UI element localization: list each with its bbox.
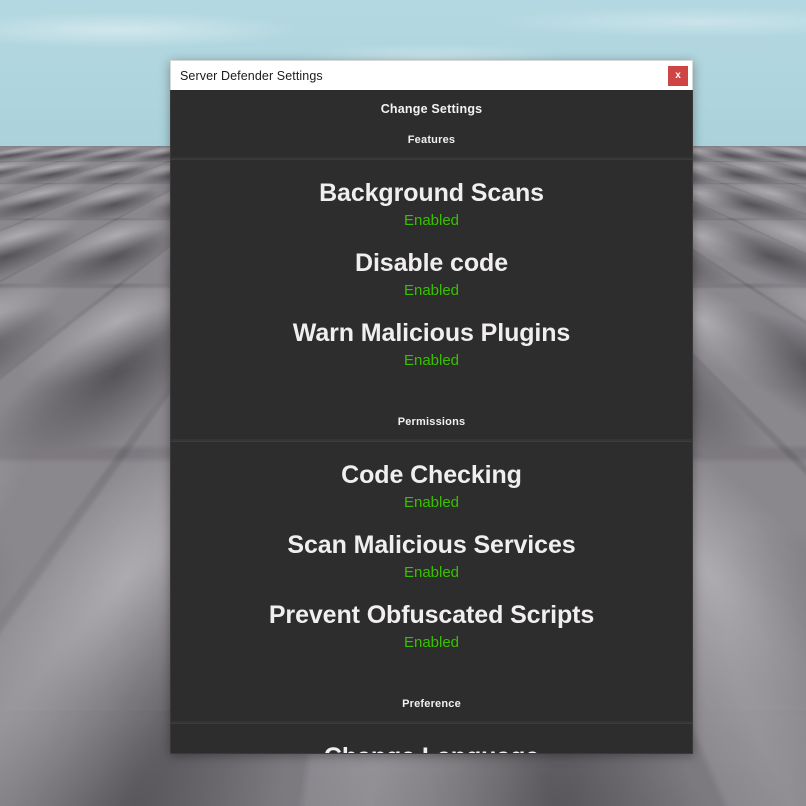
setting-item[interactable]: Background Scans Enabled — [171, 170, 692, 240]
window-title: Server Defender Settings — [180, 68, 323, 83]
setting-item[interactable]: Code Checking Enabled — [171, 452, 692, 522]
close-icon[interactable]: x — [668, 65, 688, 86]
setting-value[interactable]: Enabled — [171, 210, 692, 233]
settings-window: Server Defender Settings x Change Settin… — [170, 60, 693, 754]
setting-item[interactable]: Scan Malicious Services Enabled — [171, 522, 692, 592]
setting-name: Code Checking — [341, 461, 522, 489]
setting-item[interactable]: Disable code Enabled — [171, 240, 692, 310]
setting-name: Prevent Obfuscated Scripts — [268, 601, 595, 629]
setting-name: Warn Malicious Plugins — [292, 319, 571, 347]
panel-heading: Change Settings — [380, 102, 483, 116]
setting-name: Scan Malicious Services — [287, 531, 576, 559]
setting-name: Background Scans — [319, 179, 544, 207]
setting-value[interactable]: Enabled — [171, 492, 692, 515]
setting-value[interactable]: Enabled — [171, 280, 692, 303]
settings-panel-body: Change Settings Features Background Scans… — [170, 90, 693, 754]
section-header: Features — [171, 116, 692, 160]
setting-value[interactable]: Enabled — [171, 350, 692, 373]
setting-item[interactable]: Prevent Obfuscated Scripts Enabled — [171, 592, 692, 662]
section-items: Change LanguageEnglishDisplayColorful — [171, 724, 692, 753]
section-items: Code Checking Enabled Scan Malicious Servi… — [171, 442, 692, 680]
section-header: Permissions — [171, 398, 692, 442]
section-header: Preference — [171, 680, 692, 724]
section-items: Background Scans Enabled Disable code Enabl… — [171, 160, 692, 398]
game-scene: Server Defender Settings x Change Settin… — [0, 0, 806, 806]
setting-value[interactable]: Enabled — [171, 632, 692, 655]
setting-item[interactable]: Change LanguageEnglish — [171, 734, 692, 753]
window-titlebar: Server Defender Settings x — [170, 60, 693, 90]
setting-name: Change Language — [171, 743, 692, 753]
setting-name: Disable code — [354, 249, 509, 277]
setting-value[interactable]: Enabled — [171, 562, 692, 585]
setting-item[interactable]: Warn Malicious Plugins Enabled — [171, 310, 692, 380]
settings-sections: Features Background Scans Enabled Disable c… — [171, 116, 692, 753]
